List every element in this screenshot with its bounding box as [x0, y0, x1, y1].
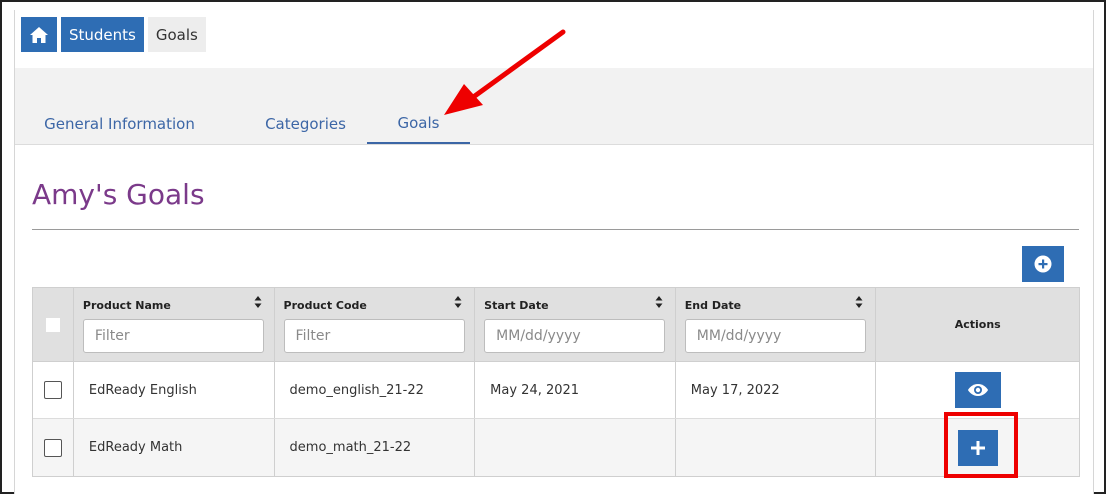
end-date-filter-input[interactable]	[684, 319, 866, 353]
tab-bar: General Information Categories Goals	[15, 68, 1093, 145]
sort-icon[interactable]	[655, 295, 663, 309]
home-icon	[30, 26, 48, 43]
tab-general-information[interactable]: General Information	[27, 104, 212, 144]
breadcrumb: Students Goals	[21, 17, 206, 52]
eye-icon	[967, 384, 988, 396]
sort-icon[interactable]	[454, 295, 462, 309]
actions-header-label: Actions	[954, 318, 1001, 331]
tab-goals[interactable]: Goals	[367, 104, 470, 144]
table-header: Product Name Product Code Start Date End…	[33, 288, 1079, 362]
row-checkbox[interactable]	[43, 381, 62, 399]
product-name-cell: EdReady English	[74, 362, 275, 418]
breadcrumb-students[interactable]: Students	[61, 17, 144, 52]
select-all-cell	[33, 288, 74, 361]
product-code-filter-input[interactable]	[283, 319, 465, 353]
column-product-code: Product Code	[275, 288, 476, 361]
column-actions: Actions	[876, 288, 1079, 361]
column-title: Start Date	[484, 299, 549, 312]
screenshot-frame: Students Goals General Information Categ…	[0, 0, 1106, 494]
add-goal-button[interactable]	[1022, 246, 1064, 282]
column-title: Product Code	[283, 299, 367, 312]
column-start-date: Start Date	[475, 288, 676, 361]
table-row: EdReady English demo_english_21-22 May 2…	[33, 362, 1079, 419]
end-date-cell: May 17, 2022	[676, 362, 877, 418]
page-title: Amy's Goals	[32, 178, 205, 211]
end-date-cell	[676, 419, 877, 476]
row-select-cell	[33, 419, 74, 476]
start-date-cell: May 24, 2021	[475, 362, 676, 418]
breadcrumb-goals: Goals	[147, 17, 206, 52]
plus-icon	[970, 440, 985, 455]
product-name-cell: EdReady Math	[74, 419, 275, 476]
title-divider	[32, 229, 1079, 230]
row-checkbox[interactable]	[43, 438, 62, 457]
table-row: EdReady Math demo_math_21-22	[33, 419, 1079, 476]
product-name-filter-input[interactable]	[82, 319, 264, 353]
sort-icon[interactable]	[855, 295, 863, 309]
app-panel: Students Goals General Information Categ…	[14, 10, 1094, 494]
column-product-name: Product Name	[74, 288, 275, 361]
start-date-cell	[475, 419, 676, 476]
goals-table: Product Name Product Code Start Date End…	[32, 287, 1080, 477]
column-end-date: End Date	[676, 288, 877, 361]
breadcrumb-home[interactable]	[21, 17, 57, 52]
start-date-filter-input[interactable]	[484, 319, 666, 353]
row-select-cell	[33, 362, 74, 418]
sort-icon[interactable]	[254, 295, 262, 309]
tab-categories[interactable]: Categories	[237, 104, 374, 144]
view-goal-button[interactable]	[954, 372, 1001, 408]
add-goal-row-button[interactable]	[957, 429, 998, 466]
product-code-cell: demo_math_21-22	[275, 419, 476, 476]
actions-cell	[876, 362, 1079, 418]
actions-cell	[876, 419, 1079, 476]
plus-circle-icon	[1034, 255, 1052, 273]
column-title: End Date	[684, 299, 742, 312]
product-code-cell: demo_english_21-22	[275, 362, 476, 418]
column-title: Product Name	[82, 299, 171, 312]
select-all-checkbox[interactable]	[45, 317, 60, 332]
